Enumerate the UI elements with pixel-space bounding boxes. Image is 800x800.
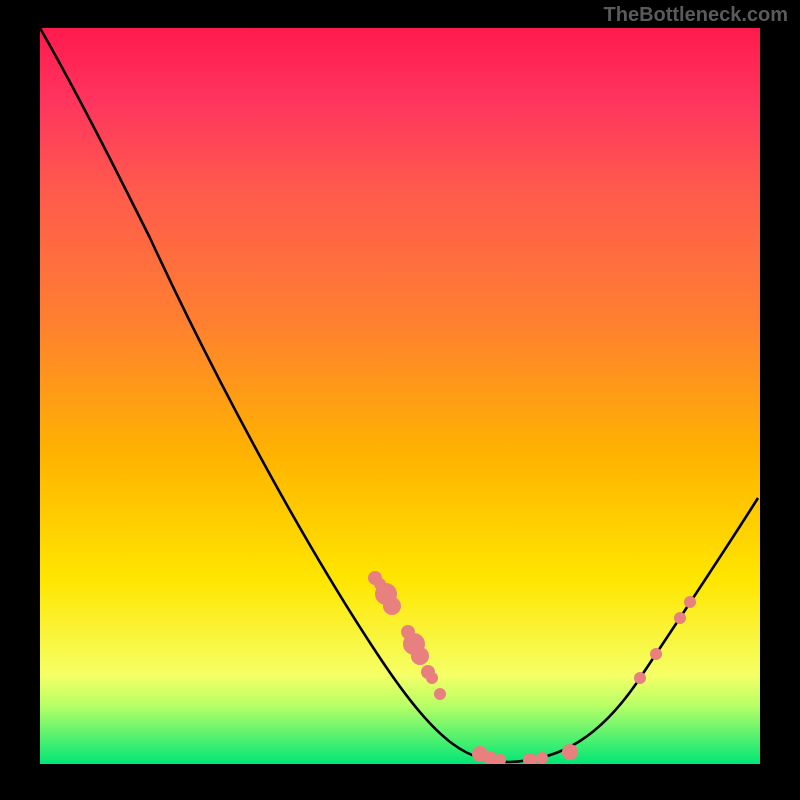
chart-container: TheBottleneck.com [0, 0, 800, 800]
gradient-plot-background [40, 28, 760, 764]
watermark-text: TheBottleneck.com [604, 4, 788, 27]
